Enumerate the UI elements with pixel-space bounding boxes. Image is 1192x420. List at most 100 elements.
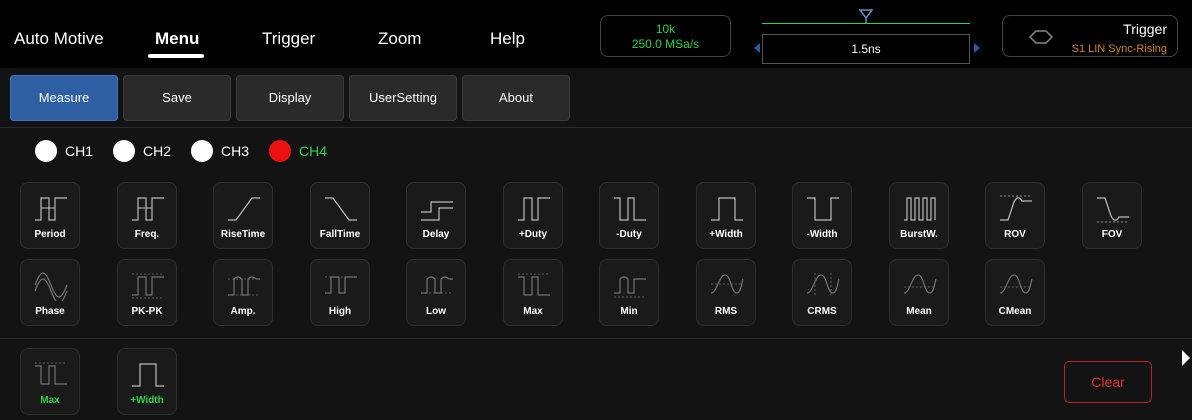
measure-label: CMean [998,306,1032,317]
timebase-right-arrow-icon[interactable] [974,43,980,53]
channel-label: CH2 [143,143,172,159]
measure-rov-button[interactable]: ROV [985,182,1045,249]
nav-trigger[interactable]: Trigger [262,29,315,49]
measure-label: +Duty [518,229,548,240]
measure-label: Max [40,395,60,406]
selected-measure-max[interactable]: Max [20,348,80,415]
measure-high-button[interactable]: High [310,259,370,326]
measure-cmean-button[interactable]: CMean [985,259,1045,326]
measure-label: Amp. [230,306,256,317]
measure-label: FOV [1101,229,1123,240]
nav-help[interactable]: Help [490,29,525,49]
measure-label: BurstW. [900,229,938,240]
measure-label: ROV [1004,229,1026,240]
trigger-source: S1 LIN Sync-Rising [1071,43,1167,55]
measure-risetime-button[interactable]: RiseTime [213,182,273,249]
channel-label: CH1 [65,143,94,159]
positive-duty-icon [518,197,550,221]
acquisition-info[interactable]: 10k 250.0 MSa/s [600,15,731,57]
measure-phase-button[interactable]: Phase [20,259,80,326]
trigger-title: Trigger [1123,21,1167,37]
trigger-edge-icon [1029,30,1053,44]
peak-to-peak-icon [132,273,164,299]
period-icon [35,197,67,221]
tab-display[interactable]: Display [236,75,344,121]
measure-min-button[interactable]: Min [599,259,659,326]
measure-label: -Duty [616,229,642,240]
measure-label: Max [523,306,543,317]
min-icon [614,276,646,298]
positive-width-icon [711,197,743,221]
measure-low-button[interactable]: Low [406,259,466,326]
timebase-left-arrow-icon[interactable] [754,43,760,53]
memory-depth: 10k [655,22,676,36]
positive-width-icon [132,363,164,387]
channel-radio-icon [113,140,135,162]
fall-overshoot-icon [1097,197,1129,223]
rise-time-icon [228,197,260,221]
channel-ch1[interactable]: CH1 [35,140,105,162]
measure-label: +Width [709,229,743,240]
channel-ch3[interactable]: CH3 [191,140,261,162]
measure-mean-button[interactable]: Mean [889,259,949,326]
measure-rms-button[interactable]: RMS [696,259,756,326]
measure-label: RMS [714,306,738,317]
measure-minus-duty-button[interactable]: -Duty [599,182,659,249]
measure-freq-button[interactable]: Freq. [117,182,177,249]
tab-measure[interactable]: Measure [10,75,118,121]
measure-minus-width-button[interactable]: -Width [792,182,852,249]
max-icon [518,273,550,296]
max-icon [35,362,67,385]
channel-label: CH3 [221,143,250,159]
trigger-level-line [762,23,970,24]
measure-label: Period [34,229,66,240]
sample-rate: 250.0 MSa/s [631,37,700,51]
active-nav-underline [148,54,204,58]
measure-label: +Width [130,395,164,406]
measure-label: Phase [35,306,65,317]
clear-button[interactable]: Clear [1064,361,1152,403]
measure-plus-duty-button[interactable]: +Duty [503,182,563,249]
negative-width-icon [807,197,839,221]
measure-label: Mean [906,306,932,317]
tab-about[interactable]: About [462,75,570,121]
timebase-field[interactable]: 1.5ns [762,34,970,64]
delay-icon [421,201,453,221]
rise-overshoot-icon [1000,195,1032,221]
measure-label: PK-PK [131,306,163,317]
measure-max-button[interactable]: Max [503,259,563,326]
cycle-rms-icon [806,273,840,297]
selected-measure-plus-width[interactable]: +Width [117,348,177,415]
negative-duty-icon [614,197,646,221]
tab-save[interactable]: Save [123,75,231,121]
high-icon [325,276,357,294]
measure-period-button[interactable]: Period [20,182,80,249]
trigger-status[interactable]: Trigger S1 LIN Sync-Rising [1002,15,1178,57]
channel-ch2[interactable]: CH2 [113,140,183,162]
channel-ch4[interactable]: CH4 [269,140,339,162]
top-bar: Auto Motive Menu Trigger Zoom Help 10k 2… [0,0,1192,68]
measure-burst-width-button[interactable]: BurstW. [889,182,949,249]
tab-divider [0,127,1192,128]
measure-pk-pk-button[interactable]: PK-PK [117,259,177,326]
low-icon [421,276,453,294]
measure-label: Delay [422,229,450,240]
measure-falltime-button[interactable]: FallTime [310,182,370,249]
trigger-position-icon[interactable] [859,9,873,23]
measure-label: CRMS [807,306,837,317]
measure-delay-button[interactable]: Delay [406,182,466,249]
burst-width-icon [904,197,936,221]
nav-auto-motive[interactable]: Auto Motive [14,29,104,49]
measure-amp-button[interactable]: Amp. [213,259,273,326]
phase-icon [34,272,68,301]
channel-label: CH4 [299,143,328,159]
measure-fov-button[interactable]: FOV [1082,182,1142,249]
channel-radio-icon [269,140,291,162]
measure-crms-button[interactable]: CRMS [792,259,852,326]
measure-plus-width-button[interactable]: +Width [696,182,756,249]
nav-zoom[interactable]: Zoom [378,29,421,49]
expand-panel-arrow-icon[interactable] [1182,350,1190,366]
tab-usersetting[interactable]: UserSetting [349,75,457,121]
nav-menu[interactable]: Menu [155,29,199,49]
amplitude-icon [228,276,260,296]
